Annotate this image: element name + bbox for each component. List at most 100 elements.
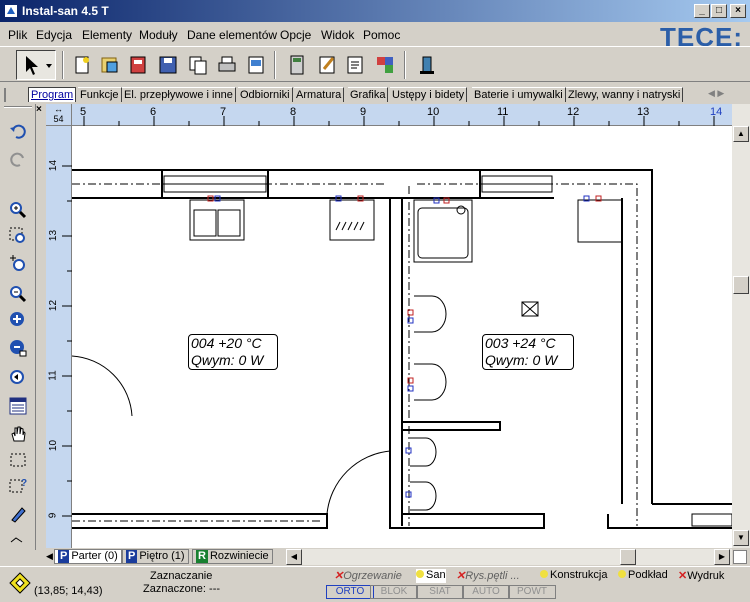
toolbar-separator bbox=[274, 51, 276, 79]
close-button[interactable]: × bbox=[730, 4, 746, 18]
layer-ogrzewanie[interactable]: ✕Ogrzewanie bbox=[334, 569, 402, 583]
mode-orto[interactable]: ORTO bbox=[326, 585, 374, 599]
layer-konstrukcja[interactable]: Konstrukcja bbox=[540, 569, 607, 583]
tab-armatura[interactable]: Armatura bbox=[294, 87, 345, 102]
zoom-previous-icon[interactable] bbox=[8, 368, 28, 388]
minimize-button[interactable]: _ bbox=[694, 4, 710, 18]
catalog-icon[interactable] bbox=[126, 53, 150, 77]
menu-plik[interactable]: Plik bbox=[8, 28, 27, 42]
horizontal-scrollbar[interactable]: ◀ ▶ bbox=[286, 549, 732, 565]
element-tabs: Program Funkcje El. przepływowe i inne O… bbox=[18, 86, 750, 103]
select-tool-button[interactable] bbox=[16, 50, 56, 80]
drawing-canvas[interactable]: 004 +20 °C Qwym: 0 W 003 +24 °C Qwym: 0 … bbox=[72, 126, 732, 548]
print-preview-icon[interactable] bbox=[244, 53, 268, 77]
print-icon[interactable] bbox=[215, 53, 239, 77]
zoom-out-icon[interactable] bbox=[8, 284, 28, 304]
menu-edycja[interactable]: Edycja bbox=[36, 28, 72, 42]
layer-hidden-icon: ✕ bbox=[456, 570, 466, 582]
ruler-corner[interactable]: ↔ 54 bbox=[46, 104, 72, 126]
scroll-up-icon[interactable]: ▲ bbox=[733, 126, 749, 142]
menu-moduly[interactable]: Moduły bbox=[139, 28, 178, 42]
menu-pomoc[interactable]: Pomoc bbox=[363, 28, 400, 42]
mode-powt[interactable]: POWT bbox=[508, 585, 556, 599]
mode-siat[interactable]: SIAT bbox=[416, 585, 464, 599]
tab-ustepy-i-bidety[interactable]: Ustępy i bidety bbox=[390, 87, 468, 102]
ruler-label: 12 bbox=[567, 106, 580, 118]
ruler-label: 11 bbox=[47, 370, 59, 381]
edit-data-icon[interactable] bbox=[315, 53, 339, 77]
room-temperature: 004 +20 °C bbox=[191, 335, 262, 351]
redo-icon[interactable] bbox=[8, 150, 28, 170]
horizontal-scroll-thumb[interactable] bbox=[620, 549, 636, 565]
tab-funkcje[interactable]: Funkcje bbox=[78, 87, 122, 102]
ruler-vertical-ticks bbox=[62, 165, 72, 517]
room-label-003[interactable]: 003 +24 °C Qwym: 0 W bbox=[482, 334, 574, 370]
open-file-icon[interactable] bbox=[98, 53, 122, 77]
tool-palette: ? bbox=[0, 104, 36, 550]
room-label-004[interactable]: 004 +20 °C Qwym: 0 W bbox=[188, 334, 278, 370]
query-window-icon[interactable]: ? bbox=[8, 476, 28, 496]
zoom-window-icon[interactable] bbox=[8, 226, 28, 246]
toolbar-separator bbox=[62, 51, 64, 79]
maximize-button[interactable]: □ bbox=[711, 4, 727, 18]
vertical-scroll-thumb[interactable] bbox=[733, 276, 749, 294]
exit-icon[interactable] bbox=[415, 53, 439, 77]
tabs-scroll-arrows[interactable]: ◀ ▶ bbox=[708, 88, 744, 102]
vertical-scrollbar[interactable]: ▲ ▼ bbox=[732, 104, 750, 548]
ruler-label: 8 bbox=[290, 106, 297, 118]
tab-grafika[interactable]: Grafika bbox=[348, 87, 389, 102]
floor-tab-rozwiniecie[interactable]: R Rozwiniecie bbox=[192, 549, 273, 564]
floor-tab-pietro[interactable]: P Piętro (1) bbox=[122, 549, 189, 564]
menu-opcje[interactable]: Opcje bbox=[280, 28, 311, 42]
select-window-icon[interactable] bbox=[8, 450, 28, 470]
layer-rys-petli[interactable]: ✕Rys.pętli ... bbox=[456, 569, 520, 583]
close-palette-icon[interactable]: × bbox=[36, 104, 46, 116]
menu-bar: Plik Edycja Elementy Moduły Dane element… bbox=[0, 22, 750, 46]
zoom-all-icon[interactable] bbox=[8, 338, 28, 358]
tab-el-przeplywowe[interactable]: El. przepływowe i inne bbox=[122, 87, 236, 102]
snap-diamond-icon[interactable] bbox=[8, 571, 32, 595]
toolbar-separator bbox=[404, 51, 406, 79]
floor-tab-parter[interactable]: P Parter (0) bbox=[54, 549, 122, 564]
materials-list-icon[interactable] bbox=[373, 53, 397, 77]
report-icon[interactable] bbox=[343, 53, 367, 77]
copy-pages-icon[interactable] bbox=[186, 53, 210, 77]
pencil-icon[interactable] bbox=[8, 504, 28, 524]
menu-widok[interactable]: Widok bbox=[321, 28, 354, 42]
tab-odbiorniki[interactable]: Odbiorniki bbox=[238, 87, 293, 102]
layer-hidden-icon: ✕ bbox=[678, 570, 688, 582]
layer-wydruk[interactable]: ✕Wydruk bbox=[678, 569, 724, 583]
menu-dane-elementow[interactable]: Dane elementów bbox=[187, 28, 277, 42]
tab-zlewy-wanny-natryski[interactable]: Zlewy, wanny i natryski bbox=[566, 87, 684, 102]
scroll-down-icon[interactable]: ▼ bbox=[733, 530, 749, 546]
menu-elementy[interactable]: Elementy bbox=[82, 28, 132, 42]
pan-hand-icon[interactable] bbox=[8, 424, 28, 444]
scroll-left-icon[interactable]: ◀ bbox=[286, 549, 302, 565]
mode-auto[interactable]: AUTO bbox=[462, 585, 510, 599]
mode-blok[interactable]: BLOK bbox=[370, 585, 418, 599]
zoom-in-icon[interactable] bbox=[8, 200, 28, 220]
zoom-plus-icon[interactable] bbox=[8, 254, 28, 274]
tab-program[interactable]: Program bbox=[28, 87, 77, 102]
new-file-icon[interactable] bbox=[70, 53, 94, 77]
ruler-label: 13 bbox=[48, 229, 60, 242]
ruler-label: 13 bbox=[637, 106, 650, 118]
ruler-label: 10 bbox=[427, 106, 440, 118]
zoom-extents-icon[interactable] bbox=[8, 310, 28, 330]
layer-san[interactable]: San bbox=[416, 569, 446, 583]
app-icon bbox=[5, 5, 17, 17]
ruler-label: 14 bbox=[710, 106, 723, 118]
tab-baterie-i-umywalki[interactable]: Baterie i umywalki bbox=[472, 87, 566, 102]
floor-tabs-scroll-icon[interactable]: ◀ bbox=[46, 551, 54, 562]
layers-icon[interactable] bbox=[8, 396, 28, 416]
palette-grip bbox=[4, 106, 32, 108]
layer-podklad[interactable]: Podkład bbox=[618, 569, 668, 583]
scroll-right-icon[interactable]: ▶ bbox=[714, 549, 730, 565]
undo-icon[interactable] bbox=[8, 122, 28, 142]
polyline-icon[interactable] bbox=[8, 530, 28, 550]
corner-box bbox=[733, 550, 747, 564]
layer-hidden-icon: ✕ bbox=[334, 570, 344, 582]
save-icon[interactable] bbox=[156, 53, 180, 77]
calculator-icon[interactable] bbox=[285, 53, 309, 77]
ruler-label: 6 bbox=[150, 106, 157, 118]
